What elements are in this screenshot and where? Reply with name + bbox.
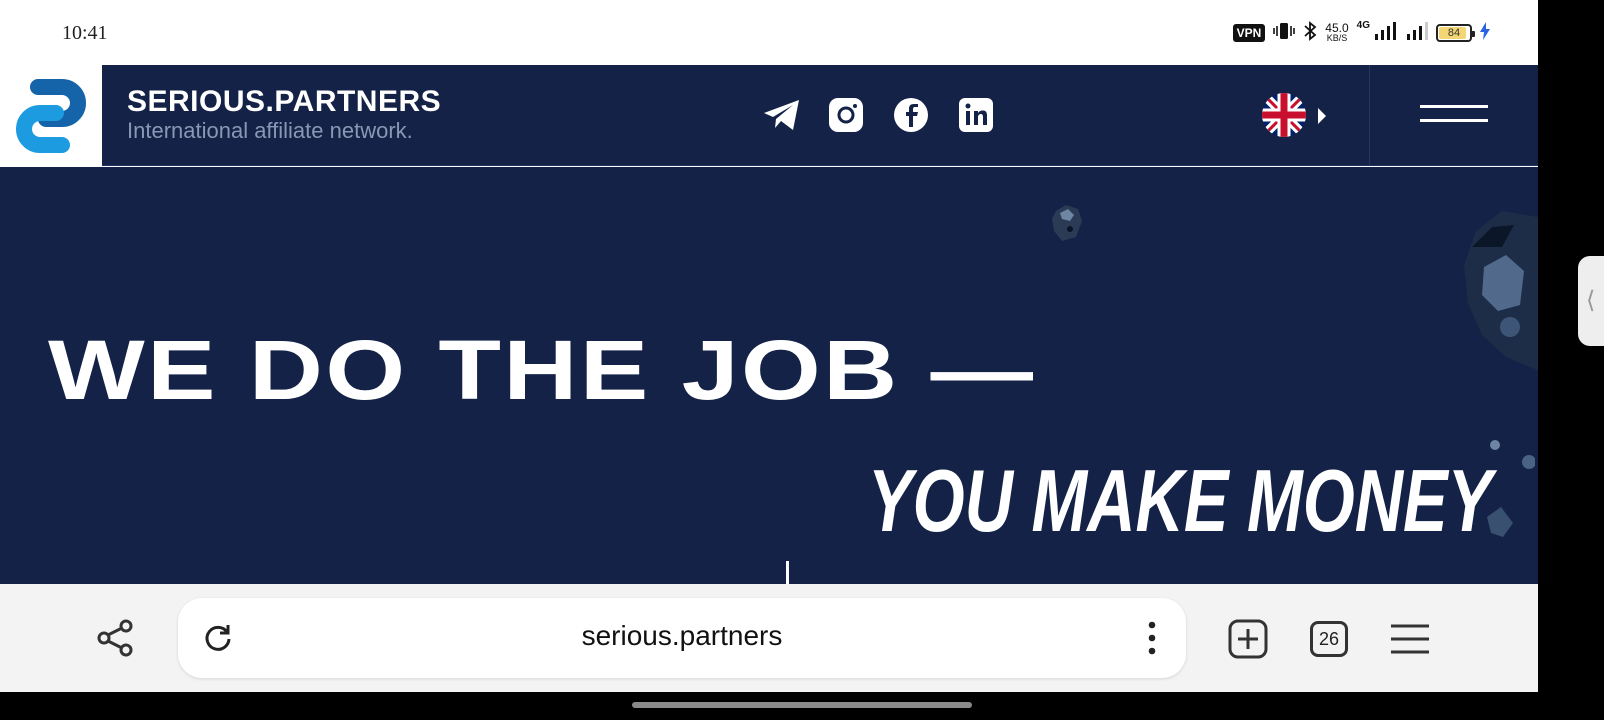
linkedin-icon[interactable]: [956, 95, 996, 135]
logo[interactable]: [0, 65, 102, 166]
status-bar: 10:41 VPN 45.0 KB/S 4G 84: [0, 0, 1538, 65]
uk-flag-icon[interactable]: [1262, 93, 1306, 137]
network-speed-value: 45.0: [1325, 21, 1349, 35]
hero-section: WE DO THE JOB — YOU MAKE MONEY: [0, 167, 1538, 584]
menu-button[interactable]: [1420, 105, 1488, 125]
screen: 10:41 VPN 45.0 KB/S 4G 84 SERIOUS.PARTNE…: [0, 0, 1604, 720]
asteroid-small-image: [1052, 205, 1082, 241]
site-header: SERIOUS.PARTNERS International affiliate…: [0, 65, 1538, 166]
asteroid-fragment-image: [1487, 440, 1535, 537]
new-tab-icon[interactable]: [1228, 619, 1268, 659]
status-icons: VPN 45.0 KB/S 4G 84: [1232, 20, 1490, 46]
menu-line-icon: [1420, 105, 1488, 108]
instagram-icon[interactable]: [826, 95, 866, 135]
url-text[interactable]: serious.partners: [178, 620, 1186, 652]
bluetooth-icon: [1303, 20, 1317, 46]
vpn-badge: VPN: [1232, 24, 1266, 42]
asteroid-large-image: [1464, 211, 1538, 371]
share-icon[interactable]: [95, 618, 135, 658]
network-type: 4G: [1356, 20, 1370, 31]
home-indicator[interactable]: [632, 702, 972, 708]
hero-headline: WE DO THE JOB —: [48, 323, 1036, 417]
language-dropdown-arrow-icon[interactable]: [1318, 108, 1326, 124]
tab-count-button[interactable]: 26: [1310, 621, 1348, 657]
browser-menu-icon[interactable]: [1390, 621, 1430, 657]
battery-icon: 84: [1436, 24, 1475, 42]
phone-screen: 10:41 VPN 45.0 KB/S 4G 84 SERIOUS.PARTNE…: [0, 0, 1538, 692]
telegram-icon[interactable]: [762, 95, 802, 135]
signal-icon-primary: [1374, 21, 1398, 45]
brand-name[interactable]: SERIOUS.PARTNERS: [127, 85, 441, 119]
network-speed: 45.0 KB/S: [1325, 21, 1349, 43]
vibrate-icon: [1273, 21, 1296, 46]
battery-tip: [1472, 31, 1475, 37]
more-options-icon[interactable]: [1142, 618, 1162, 658]
address-bar[interactable]: serious.partners: [178, 598, 1186, 678]
network-speed-unit: KB/S: [1326, 33, 1348, 43]
header-divider: [1369, 65, 1370, 166]
charging-icon: [1480, 21, 1490, 45]
chevron-left-icon: ⟨: [1586, 287, 1596, 314]
side-panel-handle[interactable]: ⟨: [1578, 256, 1604, 346]
logo-icon: [16, 79, 86, 153]
facebook-icon[interactable]: [891, 95, 931, 135]
battery-level: 84: [1447, 27, 1461, 39]
scroll-indicator: [786, 561, 789, 584]
hero-subheadline: YOU MAKE MONEY: [868, 451, 1493, 550]
brand-tagline: International affiliate network.: [127, 118, 413, 143]
status-time: 10:41: [62, 22, 108, 44]
browser-toolbar: serious.partners 26: [0, 584, 1538, 692]
signal-icon-secondary: [1406, 21, 1428, 45]
menu-line-icon: [1420, 119, 1488, 122]
